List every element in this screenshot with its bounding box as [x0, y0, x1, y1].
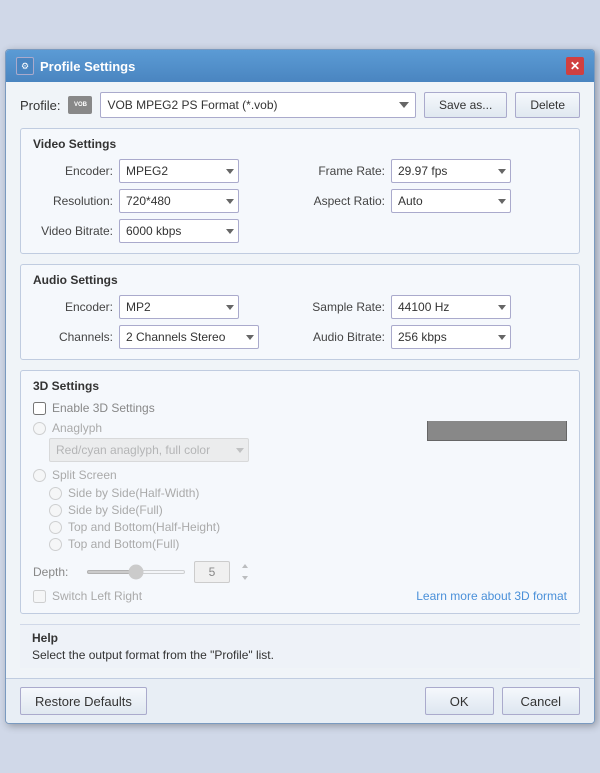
audio-bitrate-select[interactable]: 256 kbps	[391, 325, 511, 349]
aspect-ratio-row: Aspect Ratio: Auto	[305, 189, 567, 213]
3d-settings-section: 3D Settings Enable 3D Settings Anaglyph …	[20, 370, 580, 614]
channels-select[interactable]: 2 Channels Stereo	[119, 325, 259, 349]
profile-icon-text: VOB	[74, 102, 87, 108]
resolution-row: Resolution: 720*480	[33, 189, 295, 213]
top-bottom-half-radio[interactable]	[49, 521, 62, 534]
audio-settings-grid: Encoder: MP2 Sample Rate: 44100 Hz Chann…	[33, 295, 567, 349]
anaglyph-label: Anaglyph	[52, 421, 102, 435]
depth-label: Depth:	[33, 565, 78, 579]
profile-row: Profile: VOB VOB MPEG2 PS Format (*.vob)…	[20, 92, 580, 118]
help-text: Select the output format from the "Profi…	[32, 648, 568, 662]
sample-rate-row: Sample Rate: 44100 Hz	[305, 295, 567, 319]
frame-rate-label: Frame Rate:	[305, 164, 385, 178]
dialog-title: Profile Settings	[40, 59, 135, 74]
title-bar: ⚙ Profile Settings ✕	[6, 50, 594, 82]
side-by-side-full-label: Side by Side(Full)	[68, 503, 163, 517]
depth-row: Depth: 5	[33, 561, 567, 583]
depth-slider	[86, 570, 186, 574]
switch-left: Switch Left Right	[33, 589, 142, 603]
sample-rate-select[interactable]: 44100 Hz	[391, 295, 511, 319]
audio-settings-title: Audio Settings	[33, 273, 567, 287]
dialog-footer: Restore Defaults OK Cancel	[6, 678, 594, 723]
resolution-select[interactable]: 720*480	[119, 189, 239, 213]
ok-button[interactable]: OK	[425, 687, 494, 715]
switch-left-right-checkbox	[33, 590, 46, 603]
split-screen-options: Side by Side(Half-Width) Side by Side(Fu…	[49, 486, 412, 551]
anaglyph-select: Red/cyan anaglyph, full color	[49, 438, 249, 462]
sample-rate-label: Sample Rate:	[305, 300, 385, 314]
audio-encoder-select[interactable]: MP2	[119, 295, 239, 319]
encoder-row: Encoder: MPEG2	[33, 159, 295, 183]
help-section: Help Select the output format from the "…	[20, 624, 580, 668]
channels-row: Channels: 2 Channels Stereo	[33, 325, 295, 349]
side-by-side-full-row: Side by Side(Full)	[49, 503, 412, 517]
switch-left-right-label: Switch Left Right	[52, 589, 142, 603]
resolution-label: Resolution:	[33, 194, 113, 208]
encoder-label: Encoder:	[33, 164, 113, 178]
side-by-side-half-row: Side by Side(Half-Width)	[49, 486, 412, 500]
3d-left-column: Anaglyph Red/cyan anaglyph, full color S…	[33, 421, 412, 555]
profile-label: Profile:	[20, 98, 60, 113]
help-title: Help	[32, 631, 568, 645]
split-screen-radio-row: Split Screen	[33, 468, 412, 482]
encoder-select[interactable]: MPEG2	[119, 159, 239, 183]
top-bottom-half-row: Top and Bottom(Half-Height)	[49, 520, 412, 534]
side-by-side-full-radio[interactable]	[49, 504, 62, 517]
side-by-side-half-radio[interactable]	[49, 487, 62, 500]
video-settings-section: Video Settings Encoder: MPEG2 Frame Rate…	[20, 128, 580, 254]
channels-label: Channels:	[33, 330, 113, 344]
3d-preview-box: A A	[427, 421, 567, 441]
audio-encoder-label: Encoder:	[33, 300, 113, 314]
audio-encoder-row: Encoder: MP2	[33, 295, 295, 319]
video-settings-grid: Encoder: MPEG2 Frame Rate: 29.97 fps Res…	[33, 159, 567, 243]
enable-3d-checkbox[interactable]	[33, 402, 46, 415]
dialog-content: Profile: VOB VOB MPEG2 PS Format (*.vob)…	[6, 82, 594, 678]
learn-more-link[interactable]: Learn more about 3D format	[416, 589, 567, 603]
top-bottom-full-row: Top and Bottom(Full)	[49, 537, 412, 551]
audio-settings-section: Audio Settings Encoder: MP2 Sample Rate:…	[20, 264, 580, 360]
top-bottom-full-radio[interactable]	[49, 538, 62, 551]
profile-settings-dialog: ⚙ Profile Settings ✕ Profile: VOB VOB MP…	[5, 49, 595, 724]
aspect-ratio-select[interactable]: Auto	[391, 189, 511, 213]
side-by-side-half-label: Side by Side(Half-Width)	[68, 486, 199, 500]
audio-bitrate-row: Audio Bitrate: 256 kbps	[305, 325, 567, 349]
video-bitrate-row: Video Bitrate: 6000 kbps	[33, 219, 295, 243]
frame-rate-select[interactable]: 29.97 fps	[391, 159, 511, 183]
dialog-icon: ⚙	[16, 57, 34, 75]
title-bar-left: ⚙ Profile Settings	[16, 57, 135, 75]
restore-defaults-button[interactable]: Restore Defaults	[20, 687, 147, 715]
top-bottom-half-label: Top and Bottom(Half-Height)	[68, 520, 220, 534]
frame-rate-row: Frame Rate: 29.97 fps	[305, 159, 567, 183]
top-bottom-full-label: Top and Bottom(Full)	[68, 537, 179, 551]
video-bitrate-select[interactable]: 6000 kbps	[119, 219, 239, 243]
save-as-button[interactable]: Save as...	[424, 92, 507, 118]
3d-content: Anaglyph Red/cyan anaglyph, full color S…	[33, 421, 567, 555]
profile-select[interactable]: VOB MPEG2 PS Format (*.vob)	[100, 92, 415, 118]
switch-row: Switch Left Right Learn more about 3D fo…	[33, 589, 567, 603]
3d-preview-area: A A	[427, 421, 567, 441]
split-screen-radio[interactable]	[33, 469, 46, 482]
close-button[interactable]: ✕	[566, 57, 584, 75]
footer-right-buttons: OK Cancel	[425, 687, 580, 715]
3d-settings-title: 3D Settings	[33, 379, 567, 393]
audio-bitrate-label: Audio Bitrate:	[305, 330, 385, 344]
video-bitrate-label: Video Bitrate:	[33, 224, 113, 238]
delete-button[interactable]: Delete	[515, 92, 580, 118]
enable-3d-label: Enable 3D Settings	[52, 401, 155, 415]
profile-format-icon: VOB	[68, 96, 92, 114]
depth-spin-icon	[238, 562, 252, 582]
split-screen-label: Split Screen	[52, 468, 117, 482]
anaglyph-radio-row: Anaglyph	[33, 421, 412, 435]
cancel-button[interactable]: Cancel	[502, 687, 580, 715]
aspect-ratio-label: Aspect Ratio:	[305, 194, 385, 208]
enable-3d-row: Enable 3D Settings	[33, 401, 567, 415]
anaglyph-radio[interactable]	[33, 422, 46, 435]
depth-value: 5	[194, 561, 230, 583]
video-settings-title: Video Settings	[33, 137, 567, 151]
